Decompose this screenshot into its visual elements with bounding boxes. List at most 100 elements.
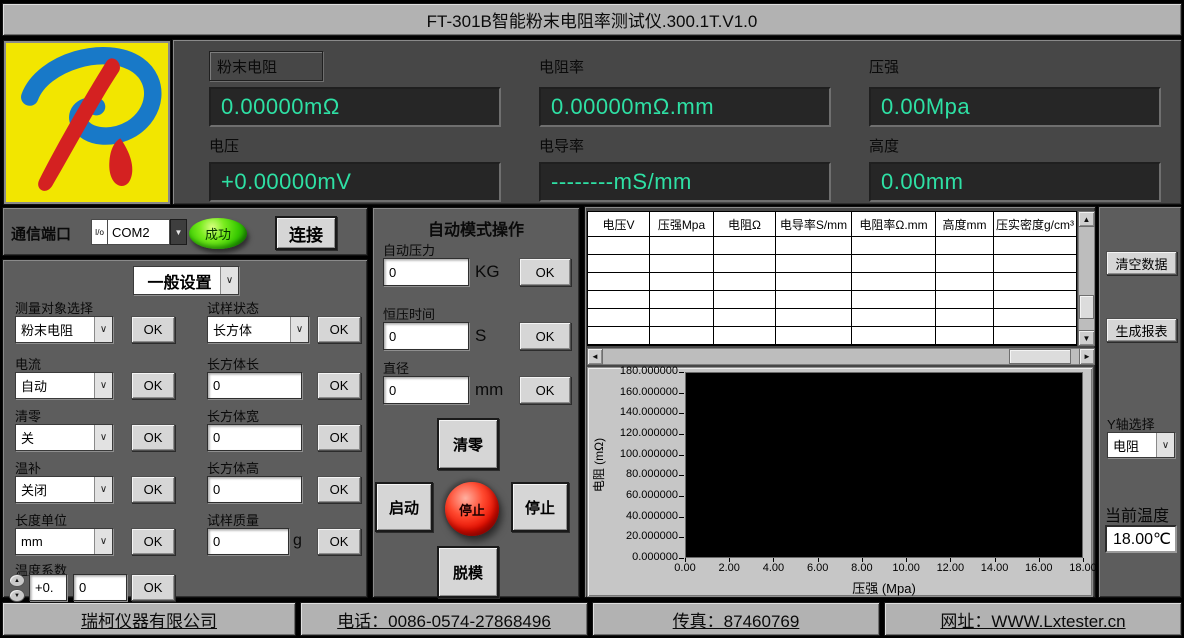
hold-time-ok-button[interactable]: OK	[519, 322, 571, 350]
y-tick-label: 120.000000	[596, 427, 678, 439]
title-bar: FT-301B智能粉末电阻率测试仪.300.1T.V1.0	[2, 3, 1182, 36]
auto-pressure-field[interactable]	[383, 258, 469, 286]
col-header-pressure: 压强Mpa	[650, 212, 714, 237]
sample-state-value: 长方体	[208, 317, 290, 342]
zeroing-select[interactable]: 关 ∨	[15, 424, 113, 451]
table-cell	[936, 237, 994, 255]
chevron-down-icon[interactable]: ∨	[94, 529, 112, 554]
com-port-select[interactable]: I/o COM2 ▼	[91, 219, 187, 245]
scroll-up-icon[interactable]: ▲	[1078, 211, 1095, 227]
status-led-text: 成功	[205, 224, 231, 243]
data-region: 电压V 压强Mpa 电阻Ω 电导率S/mm 电阻率Ω.mm 高度mm 压实密度g…	[584, 206, 1096, 598]
settings-mode-select[interactable]: 一般设置 ∨	[133, 266, 239, 295]
table-cell	[650, 291, 714, 309]
cuboid-length-ok-button[interactable]: OK	[317, 372, 361, 399]
chevron-down-icon[interactable]: ∨	[94, 477, 112, 502]
table-row	[588, 237, 1076, 255]
current-label: 电流	[15, 354, 41, 373]
chevron-down-icon[interactable]: ∨	[94, 373, 112, 398]
scroll-right-icon[interactable]: ►	[1079, 348, 1095, 365]
chart-x-axis-title: 压强 (Mpa)	[685, 578, 1083, 597]
cuboid-width-label: 长方体宽	[207, 406, 259, 425]
diameter-field[interactable]	[383, 376, 469, 404]
chevron-down-icon[interactable]: ∨	[220, 267, 238, 294]
length-unit-ok-button[interactable]: OK	[131, 528, 175, 555]
temp-coeff-sign-field[interactable]	[29, 574, 67, 601]
cuboid-height-field[interactable]	[207, 476, 302, 503]
cuboid-width-field[interactable]	[207, 424, 302, 451]
table-cell	[852, 291, 936, 309]
spin-down-icon[interactable]: ▼	[9, 589, 25, 602]
table-row	[588, 309, 1076, 327]
x-tick-label: 10.00	[884, 562, 928, 574]
io-icon: I/o	[91, 219, 108, 245]
chevron-down-icon[interactable]: ∨	[1156, 433, 1174, 457]
cuboid-height-ok-button[interactable]: OK	[317, 476, 361, 503]
diameter-ok-button[interactable]: OK	[519, 376, 571, 404]
cuboid-width-ok-button[interactable]: OK	[317, 424, 361, 451]
zero-button[interactable]: 清零	[437, 418, 499, 470]
sample-mass-field[interactable]	[207, 528, 289, 555]
generate-report-button[interactable]: 生成报表	[1106, 318, 1177, 342]
demold-button[interactable]: 脱模	[437, 546, 499, 598]
current-select[interactable]: 自动 ∨	[15, 372, 113, 399]
chevron-down-icon[interactable]: ∨	[290, 317, 308, 342]
table-hscroll-thumb[interactable]	[1009, 349, 1071, 364]
x-tick-label: 8.00	[840, 562, 884, 574]
table-cell	[588, 273, 650, 291]
pressure-label: 压强	[869, 56, 899, 77]
chevron-down-icon[interactable]: ∨	[94, 425, 112, 450]
results-table: 电压V 压强Mpa 电阻Ω 电导率S/mm 电阻率Ω.mm 高度mm 压实密度g…	[587, 211, 1077, 346]
clear-data-button[interactable]: 清空数据	[1106, 251, 1177, 275]
auto-pressure-ok-button[interactable]: OK	[519, 258, 571, 286]
sample-state-select[interactable]: 长方体 ∨	[207, 316, 309, 343]
chevron-down-icon[interactable]: ∨	[94, 317, 112, 342]
diameter-label: 直径	[383, 358, 409, 377]
zeroing-ok-button[interactable]: OK	[131, 424, 175, 451]
table-cell	[936, 255, 994, 273]
y-axis-select[interactable]: 电阻 ∨	[1107, 432, 1175, 458]
current-ok-button[interactable]: OK	[131, 372, 175, 399]
temp-coeff-spinner: ▲ ▼	[9, 574, 26, 602]
footer-phone: 电话：0086-0574-27868496	[300, 602, 588, 636]
y-axis-select-label: Y轴选择	[1107, 414, 1155, 433]
sample-state-label: 试样状态	[207, 298, 259, 317]
sample-state-ok-button[interactable]: OK	[317, 316, 361, 343]
length-unit-select[interactable]: mm ∨	[15, 528, 113, 555]
y-tick-label: 80.000000	[596, 468, 678, 480]
table-cell	[936, 291, 994, 309]
table-vscroll-thumb[interactable]	[1079, 295, 1094, 319]
connect-button[interactable]: 连接	[275, 216, 337, 250]
cuboid-length-field[interactable]	[207, 372, 302, 399]
resistivity-label: 电阻率	[539, 56, 584, 77]
table-cell	[936, 327, 994, 345]
readout-panel: 粉末电阻 0.00000mΩ 电压 +0.00000mV 电阻率 0.00000…	[172, 39, 1182, 205]
temp-comp-ok-button[interactable]: OK	[131, 476, 175, 503]
table-cell	[852, 255, 936, 273]
height-display: 0.00mm	[869, 162, 1161, 202]
col-header-height: 高度mm	[936, 212, 994, 237]
temp-coeff-field[interactable]	[73, 574, 127, 601]
temp-coeff-ok-button[interactable]: OK	[131, 574, 175, 601]
combo-arrow-icon[interactable]: ▼	[170, 219, 187, 245]
scroll-down-icon[interactable]: ▼	[1078, 330, 1095, 346]
powder-resistance-tab: 粉末电阻	[209, 51, 323, 81]
hold-time-field[interactable]	[383, 322, 469, 350]
x-tick-label: 14.00	[973, 562, 1017, 574]
powder-resistance-label: 粉末电阻	[217, 56, 277, 77]
table-cell	[936, 273, 994, 291]
stop-button[interactable]: 停止	[511, 482, 569, 532]
measure-object-select[interactable]: 粉末电阻 ∨	[15, 316, 113, 343]
x-tick-label: 0.00	[663, 562, 707, 574]
measure-object-value: 粉末电阻	[16, 317, 94, 342]
spin-up-icon[interactable]: ▲	[9, 574, 25, 587]
hold-time-label: 恒压时间	[383, 304, 435, 323]
sample-mass-ok-button[interactable]: OK	[317, 528, 361, 555]
measure-object-ok-button[interactable]: OK	[131, 316, 175, 343]
emergency-stop-button[interactable]: 停止	[445, 482, 499, 536]
start-button[interactable]: 启动	[375, 482, 433, 532]
x-tick-label: 16.00	[1017, 562, 1061, 574]
scroll-left-icon[interactable]: ◄	[587, 348, 603, 365]
col-header-density: 压实密度g/cm³	[994, 212, 1076, 237]
temp-comp-select[interactable]: 关闭 ∨	[15, 476, 113, 503]
